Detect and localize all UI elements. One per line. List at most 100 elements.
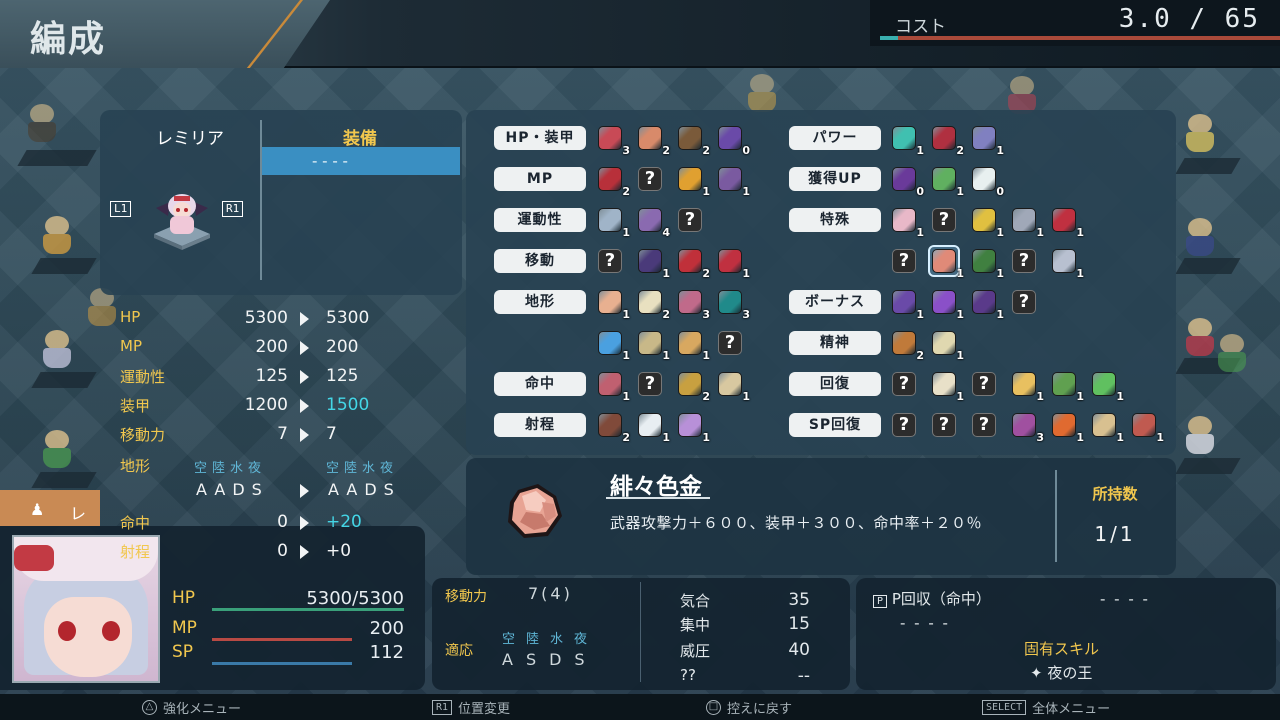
category-button[interactable]: 射程 xyxy=(494,413,586,437)
item-glyph-icon xyxy=(972,249,996,273)
item-icon[interactable]: 1 xyxy=(1130,411,1164,444)
unknown-item-icon[interactable]: ? xyxy=(676,206,704,234)
unknown-item-icon[interactable]: ? xyxy=(930,206,958,234)
item-icon[interactable]: 1 xyxy=(676,329,710,362)
item-icon[interactable]: 1 xyxy=(930,370,964,403)
item-icon[interactable]: 1 xyxy=(1090,411,1124,444)
item-icon[interactable]: 1 xyxy=(970,124,1004,157)
unknown-item-icon[interactable]: ? xyxy=(596,247,624,275)
item-icon[interactable]: 1 xyxy=(1090,370,1124,403)
item-icon[interactable]: 2 xyxy=(636,288,670,321)
unknown-item-icon[interactable]: ? xyxy=(1010,247,1038,275)
item-count: 0 xyxy=(996,185,1004,198)
item-icon[interactable]: 1 xyxy=(1050,411,1084,444)
unknown-item-icon[interactable]: ? xyxy=(970,411,998,439)
arrow-right-icon xyxy=(300,484,309,498)
item-icon[interactable]: 2 xyxy=(676,247,710,280)
category-button[interactable]: 運動性 xyxy=(494,208,586,232)
unknown-item-icon[interactable]: ? xyxy=(890,411,918,439)
item-icon[interactable]: 1 xyxy=(676,165,710,198)
item-icon[interactable]: 1 xyxy=(890,124,924,157)
item-icon[interactable]: 2 xyxy=(930,124,964,157)
item-icon[interactable]: 1 xyxy=(636,329,670,362)
item-icon[interactable]: 1 xyxy=(890,288,924,321)
category-button[interactable]: ボーナス xyxy=(789,290,881,314)
mp-bar: MP 200 xyxy=(172,618,408,642)
stat-new: +20 xyxy=(326,512,362,532)
bench-hint[interactable]: □ 控えに戻す xyxy=(706,698,792,717)
item-icon[interactable]: 0 xyxy=(970,165,1004,198)
category-button[interactable]: 回復 xyxy=(789,372,881,396)
category-button[interactable]: 移動 xyxy=(494,249,586,273)
item-icon[interactable]: 1 xyxy=(928,245,964,280)
item-glyph-icon xyxy=(932,331,956,355)
item-icon[interactable]: 3 xyxy=(716,288,750,321)
unknown-item-icon[interactable]: ? xyxy=(890,247,918,275)
item-icon[interactable]: 1 xyxy=(930,329,964,362)
item-icon[interactable]: 1 xyxy=(636,247,670,280)
category-button[interactable]: 地形 xyxy=(494,290,586,314)
item-glyph-icon xyxy=(972,167,996,191)
stat-label: 移動力 xyxy=(120,426,166,444)
item-icon[interactable]: 2 xyxy=(596,411,630,444)
unknown-item-icon[interactable]: ? xyxy=(636,370,664,398)
category-button[interactable]: 獲得UP xyxy=(789,167,881,191)
item-icon[interactable]: 2 xyxy=(596,165,630,198)
arrow-right-icon xyxy=(300,341,309,355)
unknown-item-icon[interactable]: ? xyxy=(970,370,998,398)
equip-slot-1[interactable]: - - - - xyxy=(262,147,460,175)
item-icon[interactable]: 1 xyxy=(1050,247,1084,280)
category-button[interactable]: HP・装甲 xyxy=(494,126,586,150)
item-icon[interactable]: 1 xyxy=(636,411,670,444)
item-icon[interactable]: 1 xyxy=(1010,206,1044,239)
item-icon[interactable]: 2 xyxy=(890,329,924,362)
item-icon[interactable]: 1 xyxy=(596,206,630,239)
item-icon[interactable]: 3 xyxy=(676,288,710,321)
item-icon[interactable]: 1 xyxy=(970,288,1004,321)
item-icon[interactable]: 1 xyxy=(596,329,630,362)
category-button[interactable]: 特殊 xyxy=(789,208,881,232)
unknown-item-icon[interactable]: ? xyxy=(890,370,918,398)
item-icon[interactable]: 1 xyxy=(716,165,750,198)
unknown-item-icon[interactable]: ? xyxy=(716,329,744,357)
item-icon[interactable]: 2 xyxy=(676,124,710,157)
unknown-item-icon[interactable]: ? xyxy=(930,411,958,439)
item-icon[interactable]: 0 xyxy=(890,165,924,198)
item-icon[interactable]: 1 xyxy=(930,165,964,198)
item-icon[interactable]: 1 xyxy=(596,288,630,321)
adapt-label: 適応 xyxy=(445,643,473,659)
category-button[interactable]: MP xyxy=(494,167,586,191)
category-button[interactable]: 精神 xyxy=(789,331,881,355)
next-unit-button[interactable]: R1 xyxy=(222,201,244,217)
item-icon[interactable]: 0 xyxy=(716,124,750,157)
item-icon[interactable]: 1 xyxy=(596,370,630,403)
item-icon[interactable]: 1 xyxy=(970,247,1004,280)
item-icon[interactable]: 1 xyxy=(1010,370,1044,403)
item-icon[interactable]: 4 xyxy=(636,206,670,239)
item-icon[interactable]: 1 xyxy=(970,206,1004,239)
swap-position-hint[interactable]: R1 位置変更 xyxy=(432,698,510,717)
item-icon[interactable]: 1 xyxy=(1050,370,1084,403)
stat-base: 0 xyxy=(277,541,288,561)
item-icon[interactable]: 1 xyxy=(716,370,750,403)
item-icon[interactable]: 3 xyxy=(596,124,630,157)
item-name-underline xyxy=(606,497,710,499)
category-button[interactable]: SP回復 xyxy=(789,413,881,437)
enhance-menu-hint[interactable]: △ 強化メニュー xyxy=(142,698,241,717)
item-icon[interactable]: 3 xyxy=(1010,411,1044,444)
item-icon[interactable]: 1 xyxy=(890,206,924,239)
question-mark-icon: ? xyxy=(1012,290,1036,314)
item-icon[interactable]: 1 xyxy=(1050,206,1084,239)
item-icon[interactable]: 2 xyxy=(676,370,710,403)
cost-label: コスト xyxy=(895,17,946,37)
prev-unit-button[interactable]: L1 xyxy=(110,201,132,217)
global-menu-hint[interactable]: SELECT 全体メニュー xyxy=(982,698,1110,717)
item-icon[interactable]: 2 xyxy=(636,124,670,157)
category-button[interactable]: パワー xyxy=(789,126,881,150)
unknown-item-icon[interactable]: ? xyxy=(1010,288,1038,316)
item-icon[interactable]: 1 xyxy=(676,411,710,444)
item-icon[interactable]: 1 xyxy=(716,247,750,280)
item-icon[interactable]: 1 xyxy=(930,288,964,321)
unknown-item-icon[interactable]: ? xyxy=(636,165,664,193)
category-button[interactable]: 命中 xyxy=(494,372,586,396)
